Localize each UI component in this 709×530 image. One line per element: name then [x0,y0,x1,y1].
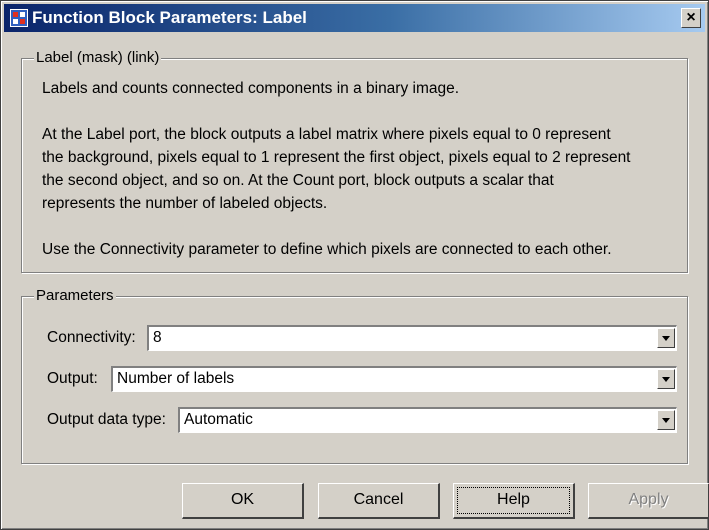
description-line: Labels and counts connected components i… [42,80,460,97]
description-line: the second object, and so on. At the Cou… [42,172,554,189]
output-data-type-select[interactable]: Automatic [178,407,677,433]
description-line: Use the Connectivity parameter to define… [42,241,612,258]
chevron-down-icon[interactable] [657,410,675,430]
dialog-window: Function Block Parameters: Label × Label… [0,0,709,530]
chevron-down-icon[interactable] [657,328,675,348]
output-data-type-row: Output data type: Automatic [47,407,677,433]
help-button[interactable]: Help [453,483,575,519]
window-title: Function Block Parameters: Label [32,8,307,27]
connectivity-label: Connectivity: [47,329,136,346]
connectivity-value: 8 [153,329,162,346]
connectivity-row: Connectivity: 8 [47,325,677,351]
close-button[interactable]: × [681,8,701,28]
output-row: Output: Number of labels [47,366,677,392]
output-select[interactable]: Number of labels [111,366,677,392]
description-group: Label (mask) (link) Labels and counts co… [21,49,688,273]
description-legend: Label (mask) (link) [34,49,162,66]
description-line: represents the number of labeled objects… [42,195,328,212]
connectivity-select[interactable]: 8 [147,325,677,351]
title-bar[interactable]: Function Block Parameters: Label × [4,4,705,32]
apply-button[interactable]: Apply [588,483,709,519]
output-label: Output: [47,370,98,387]
chevron-down-icon[interactable] [657,369,675,389]
output-value: Number of labels [117,370,235,387]
cancel-button[interactable]: Cancel [318,483,440,519]
simulink-block-icon [10,9,28,27]
close-icon: × [686,9,696,26]
output-data-type-label: Output data type: [47,411,166,428]
parameters-legend: Parameters [34,287,116,304]
description-line: At the Label port, the block outputs a l… [42,126,611,143]
description-line: the background, pixels equal to 1 repres… [42,149,631,166]
parameters-group: Parameters Connectivity: 8 Output: Numbe… [21,287,688,464]
focus-ring [457,487,570,514]
ok-button[interactable]: OK [182,483,304,519]
output-data-type-value: Automatic [184,411,253,428]
